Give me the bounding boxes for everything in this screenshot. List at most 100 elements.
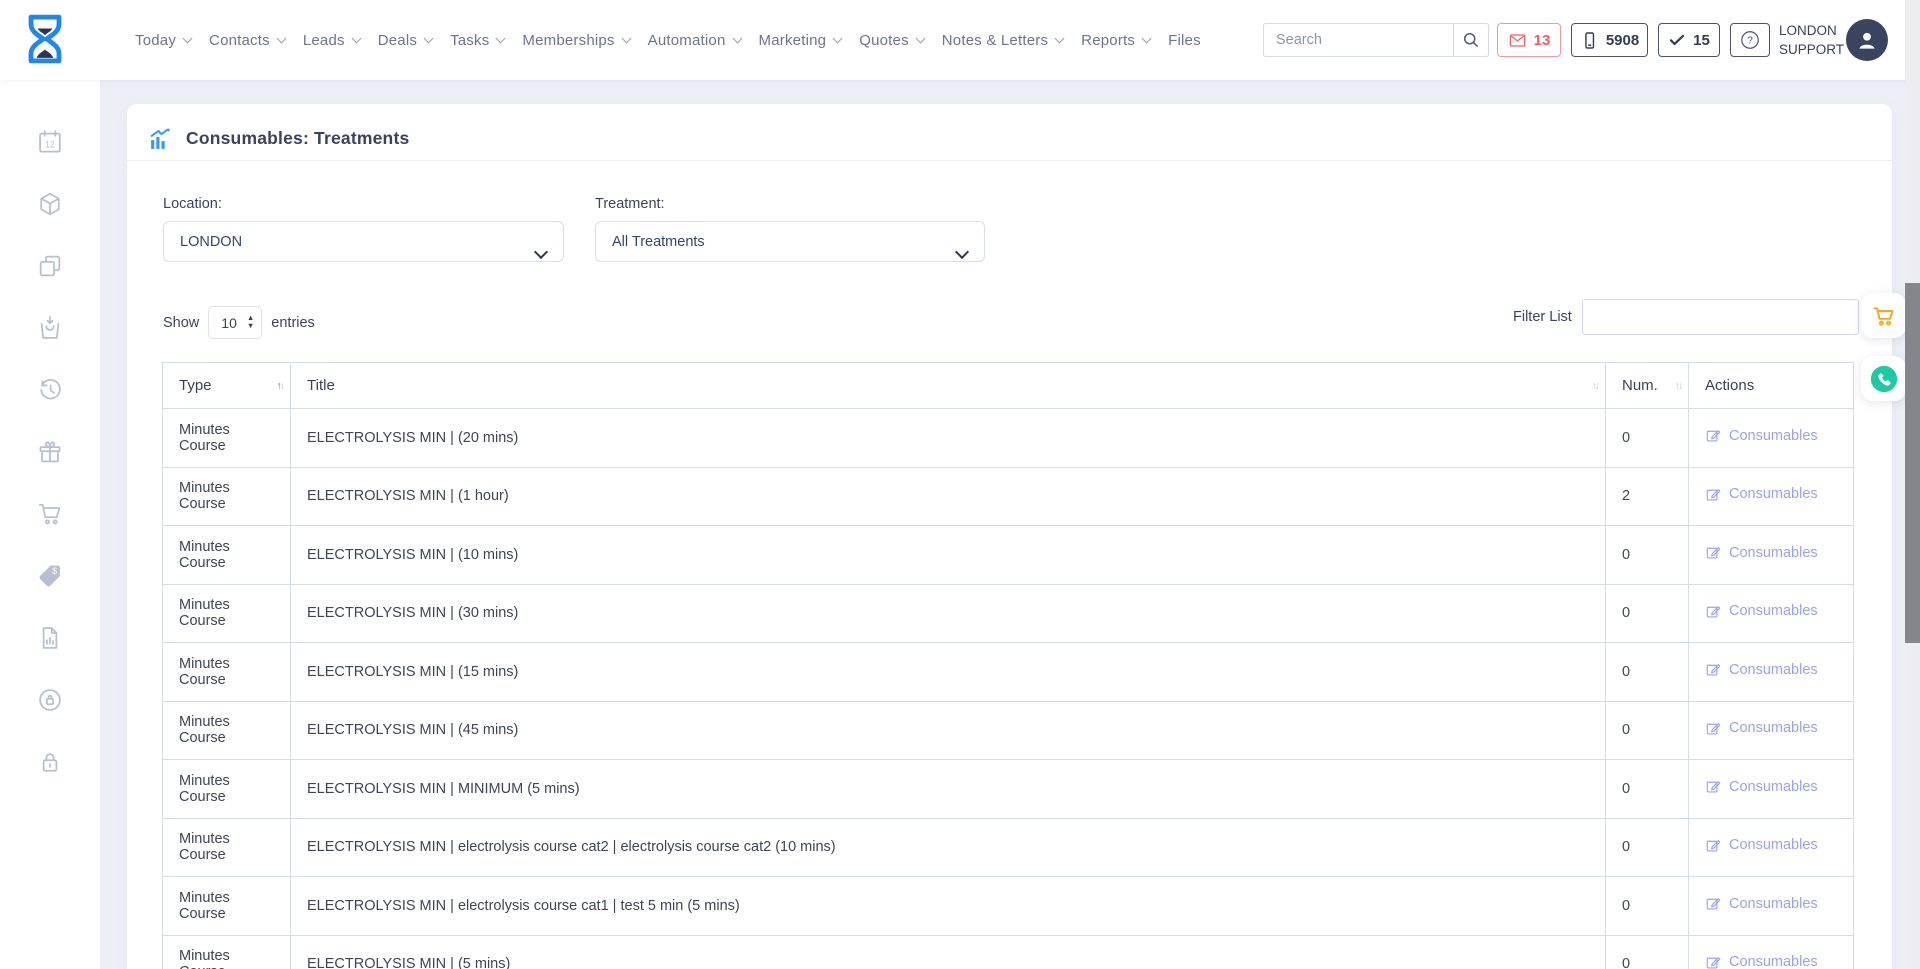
consumables-link-label: Consumables <box>1729 720 1818 736</box>
edit-square-icon <box>1705 720 1722 737</box>
consumables-link[interactable]: Consumables <box>1705 486 1818 503</box>
nav-item-notes-letters[interactable]: Notes & Letters <box>942 32 1063 49</box>
sidebar-item-privacy[interactable] <box>36 686 64 714</box>
actions-cell: Consumables <box>1689 467 1854 526</box>
smartphone-icon <box>1580 31 1599 50</box>
nav-item-marketing[interactable]: Marketing <box>759 32 842 49</box>
search-input[interactable] <box>1263 23 1453 57</box>
sidebar-item-history[interactable] <box>36 376 64 404</box>
edit-square-icon <box>1705 603 1722 620</box>
nav-label: Quotes <box>859 32 909 49</box>
consumables-link-label: Consumables <box>1729 486 1818 502</box>
column-header-title[interactable]: Title ↑↓ <box>291 363 1606 409</box>
nav-item-reports[interactable]: Reports <box>1081 32 1150 49</box>
type-cell: Minutes Course <box>163 409 291 468</box>
actions-cell: Consumables <box>1689 643 1854 702</box>
type-cell: Minutes Course <box>163 877 291 936</box>
treatments-table: Type ↑↓ Title ↑↓ Num. ↑↓ Actions <box>162 362 1854 969</box>
edit-square-icon <box>1705 661 1722 678</box>
sidebar-item-shop[interactable] <box>36 500 64 528</box>
location-select[interactable]: LONDON <box>163 221 564 262</box>
title-cell: ELECTROLYSIS MIN | (5 mins) <box>291 935 1606 969</box>
consumables-treatments-panel: Consumables: Treatments Location: LONDON… <box>127 104 1892 969</box>
avatar[interactable] <box>1846 19 1888 61</box>
consumables-link[interactable]: Consumables <box>1705 661 1818 678</box>
phone-icon <box>1869 364 1899 394</box>
help-button[interactable]: ? <box>1730 23 1770 57</box>
treatment-label: Treatment: <box>595 196 985 212</box>
consumables-link[interactable]: Consumables <box>1705 954 1818 969</box>
chevron-down-icon <box>183 34 193 44</box>
chevron-down-icon <box>496 34 506 44</box>
consumables-link-label: Consumables <box>1729 896 1818 912</box>
entries-per-page-select[interactable]: 10 <box>208 306 262 339</box>
cart-icon <box>36 500 64 528</box>
nav-item-deals[interactable]: Deals <box>378 32 432 49</box>
column-header-num[interactable]: Num. ↑↓ <box>1606 363 1689 409</box>
sidebar-item-security[interactable] <box>36 748 64 776</box>
envelope-icon <box>1508 31 1527 50</box>
chevron-down-icon <box>1142 34 1152 44</box>
title-cell: ELECTROLYSIS MIN | (45 mins) <box>291 701 1606 760</box>
consumables-link[interactable]: Consumables <box>1705 427 1818 444</box>
nav-label: Today <box>135 32 176 49</box>
tasks-done-badge[interactable]: 15 <box>1658 23 1720 57</box>
consumables-link-label: Consumables <box>1729 428 1818 444</box>
nav-item-memberships[interactable]: Memberships <box>522 32 629 49</box>
calls-badge[interactable]: 5908 <box>1571 23 1648 57</box>
title-cell: ELECTROLYSIS MIN | (15 mins) <box>291 643 1606 702</box>
call-float-button[interactable] <box>1861 356 1906 401</box>
type-cell: Minutes Course <box>163 701 291 760</box>
basket-float-button[interactable] <box>1861 293 1906 338</box>
title-cell: ELECTROLYSIS MIN | electrolysis course c… <box>291 818 1606 877</box>
page-scrollbar[interactable] <box>1905 0 1920 969</box>
sort-icon: ↑↓ <box>1592 380 1599 392</box>
num-cell: 0 <box>1606 877 1689 936</box>
consumables-link[interactable]: Consumables <box>1705 720 1818 737</box>
nav-label: Files <box>1168 32 1201 49</box>
sidebar-item-orders[interactable] <box>36 314 64 342</box>
sidebar-item-loyalty[interactable] <box>36 438 64 466</box>
scrollbar-thumb[interactable] <box>1905 283 1920 643</box>
chevron-down-icon <box>424 34 434 44</box>
search-button[interactable] <box>1453 23 1489 57</box>
consumables-link[interactable]: Consumables <box>1705 778 1818 795</box>
num-cell: 0 <box>1606 643 1689 702</box>
main-menu: Today Contacts Leads Deals Tasks Members… <box>135 32 1201 49</box>
nav-item-tasks[interactable]: Tasks <box>450 32 504 49</box>
column-label: Type <box>179 377 212 394</box>
table-header-row: Type ↑↓ Title ↑↓ Num. ↑↓ Actions <box>163 363 1854 409</box>
sort-icon: ↑↓ <box>1675 380 1682 392</box>
app-logo[interactable] <box>24 13 66 70</box>
sidebar-item-packages[interactable] <box>36 190 64 218</box>
padlock-icon <box>36 748 64 776</box>
consumables-link-label: Consumables <box>1729 603 1818 619</box>
treatment-select[interactable]: All Treatments <box>595 221 985 262</box>
nav-item-leads[interactable]: Leads <box>303 32 360 49</box>
price-tag-dollar-icon: $ <box>36 562 64 590</box>
nav-item-contacts[interactable]: Contacts <box>209 32 285 49</box>
copy-squares-icon <box>36 252 64 280</box>
chevron-down-icon <box>351 34 361 44</box>
nav-label: Memberships <box>522 32 614 49</box>
consumables-link-label: Consumables <box>1729 779 1818 795</box>
table-row: Minutes CourseELECTROLYSIS MIN | electro… <box>163 877 1854 936</box>
nav-label: Contacts <box>209 32 270 49</box>
title-cell: ELECTROLYSIS MIN | MINIMUM (5 mins) <box>291 760 1606 819</box>
nav-item-quotes[interactable]: Quotes <box>859 32 924 49</box>
consumables-link[interactable]: Consumables <box>1705 544 1818 561</box>
column-header-type[interactable]: Type ↑↓ <box>163 363 291 409</box>
sidebar-item-duplicates[interactable] <box>36 252 64 280</box>
filter-list-input[interactable] <box>1582 299 1859 335</box>
consumables-link[interactable]: Consumables <box>1705 895 1818 912</box>
sidebar-item-reports[interactable] <box>36 624 64 652</box>
nav-item-today[interactable]: Today <box>135 32 191 49</box>
nav-item-automation[interactable]: Automation <box>648 32 741 49</box>
table-row: Minutes CourseELECTROLYSIS MIN | (10 min… <box>163 526 1854 585</box>
mail-notifications-badge[interactable]: 13 <box>1497 23 1561 57</box>
sidebar-item-calendar[interactable]: 12 <box>36 128 64 156</box>
consumables-link[interactable]: Consumables <box>1705 837 1818 854</box>
sidebar-item-pricing[interactable]: $ <box>36 562 64 590</box>
nav-item-files[interactable]: Files <box>1168 32 1201 49</box>
consumables-link[interactable]: Consumables <box>1705 603 1818 620</box>
